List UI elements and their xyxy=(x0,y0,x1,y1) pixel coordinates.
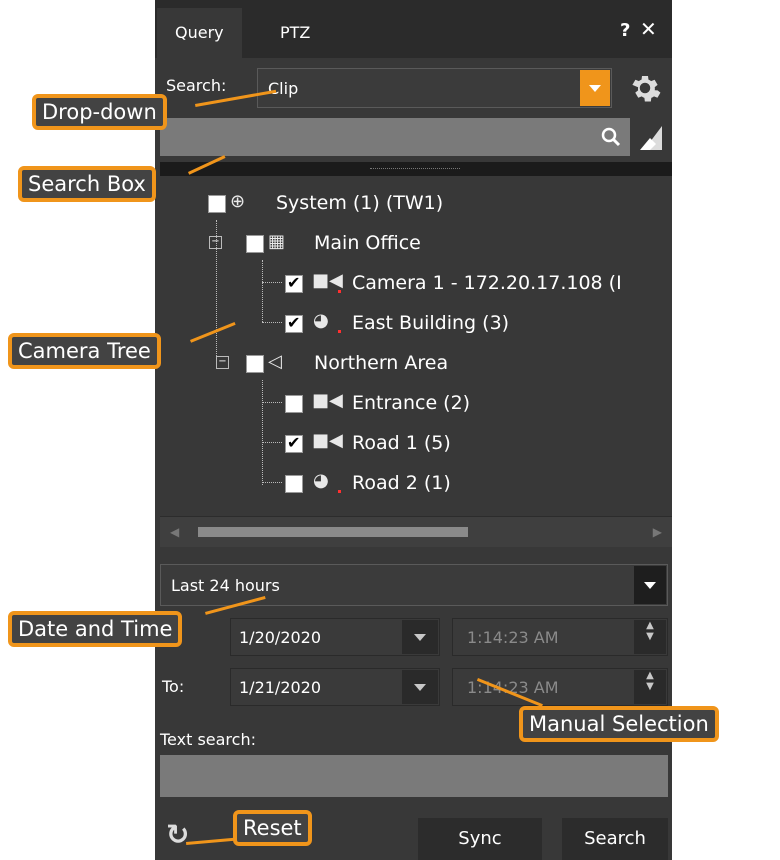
callout-search-box: Search Box xyxy=(18,166,156,202)
search-button[interactable]: Search xyxy=(562,818,668,860)
tree-connector xyxy=(262,380,263,485)
collapse-toggle[interactable]: − xyxy=(209,236,222,249)
from-date-value: 1/20/2020 xyxy=(239,628,322,647)
tree-node-road-1[interactable]: Road 1 (5) xyxy=(352,432,451,454)
gear-icon[interactable] xyxy=(627,70,663,110)
ptz-camera-icon: ◕ xyxy=(313,310,329,331)
camera-icon: ■◀ xyxy=(312,390,343,411)
time-range-arrow[interactable] xyxy=(634,566,666,604)
tree-connector xyxy=(262,482,282,483)
search-type-value: Clip xyxy=(268,79,299,98)
text-search-input[interactable] xyxy=(160,755,668,797)
to-date-dropdown[interactable] xyxy=(402,670,438,704)
collapse-toggle[interactable]: − xyxy=(216,356,229,369)
status-indicator xyxy=(338,290,341,293)
scrollbar-thumb[interactable] xyxy=(198,527,468,537)
spin-up-icon[interactable]: ▲ xyxy=(634,670,666,681)
callout-manual-selection: Manual Selection xyxy=(519,706,719,742)
tree-node-east-building[interactable]: East Building (3) xyxy=(352,312,509,334)
spin-up-icon[interactable]: ▲ xyxy=(634,620,666,631)
tree-node-main-office[interactable]: Main Office xyxy=(314,232,421,254)
checkbox[interactable] xyxy=(246,355,264,373)
checkbox[interactable] xyxy=(285,395,303,413)
tree-node-northern-area[interactable]: Northern Area xyxy=(314,352,448,374)
tree-connector xyxy=(262,322,282,323)
tree-connector xyxy=(262,442,282,443)
from-date-dropdown[interactable] xyxy=(402,620,438,654)
from-time-value: 1:14:23 AM xyxy=(467,628,559,647)
spin-down-icon[interactable]: ▼ xyxy=(634,631,666,642)
dropdown-arrow-button[interactable] xyxy=(580,70,610,106)
camera-icon: ■◀ xyxy=(312,430,343,451)
tab-query[interactable]: Query xyxy=(157,8,242,58)
checkbox[interactable] xyxy=(285,475,303,493)
ptz-camera-icon: ◕ xyxy=(313,470,329,491)
status-indicator xyxy=(338,330,341,333)
callout-dropdown: Drop-down xyxy=(32,94,167,130)
sync-button[interactable]: Sync xyxy=(418,818,542,860)
tab-ptz[interactable]: PTZ xyxy=(262,8,328,58)
tree-node-entrance[interactable]: Entrance (2) xyxy=(352,392,470,414)
text-search-label: Text search: xyxy=(160,730,256,749)
tree-node-system[interactable]: System (1) (TW1) xyxy=(276,192,443,214)
spin-down-icon[interactable]: ▼ xyxy=(634,681,666,692)
search-label: Search: xyxy=(166,76,227,95)
chevron-down-icon xyxy=(589,85,601,92)
search-icon[interactable] xyxy=(600,126,622,148)
chevron-down-icon xyxy=(644,582,656,589)
time-range-value: Last 24 hours xyxy=(171,576,280,595)
to-time-spinner[interactable]: ▲ ▼ xyxy=(634,670,666,704)
checkbox[interactable] xyxy=(285,313,303,333)
callout-date-time: Date and Time xyxy=(8,611,183,647)
scroll-left-icon[interactable]: ◀ xyxy=(170,525,179,539)
callout-camera-tree: Camera Tree xyxy=(8,333,161,369)
horizontal-scrollbar[interactable]: ◀ ▶ xyxy=(160,516,672,547)
tree-connector xyxy=(262,282,282,283)
status-indicator xyxy=(338,490,341,493)
search-type-dropdown[interactable]: Clip xyxy=(257,68,612,108)
tree-node-road-2[interactable]: Road 2 (1) xyxy=(352,472,451,494)
tree-node-camera-1[interactable]: Camera 1 - 172.20.17.108 (I xyxy=(352,272,672,294)
building-icon: ▦ xyxy=(268,231,286,252)
scroll-right-icon[interactable]: ▶ xyxy=(653,525,662,539)
checkbox[interactable] xyxy=(246,235,264,253)
globe-icon: ⊕ xyxy=(230,191,246,212)
to-date-value: 1/21/2020 xyxy=(239,678,322,697)
time-range-dropdown[interactable]: Last 24 hours xyxy=(160,564,668,606)
from-time-spinner[interactable]: ▲ ▼ xyxy=(634,620,666,654)
tree-connector xyxy=(262,402,282,403)
checkbox[interactable] xyxy=(208,195,226,213)
camera-icon: ■◀ xyxy=(312,270,343,291)
splitter-grip[interactable] xyxy=(370,168,460,172)
share-icon: ◁ xyxy=(268,351,282,372)
help-icon[interactable]: ? xyxy=(620,20,630,41)
eraser-icon[interactable] xyxy=(636,120,668,154)
to-label: To: xyxy=(162,677,185,696)
checkbox[interactable] xyxy=(285,273,303,293)
reset-icon[interactable]: ↻ xyxy=(166,818,189,851)
chevron-down-icon xyxy=(414,684,426,691)
callout-reset: Reset xyxy=(233,810,312,846)
close-icon[interactable]: ✕ xyxy=(640,17,657,41)
chevron-down-icon xyxy=(414,634,426,641)
tree-connector xyxy=(262,260,263,322)
search-box[interactable] xyxy=(160,118,630,156)
checkbox[interactable] xyxy=(285,433,303,453)
